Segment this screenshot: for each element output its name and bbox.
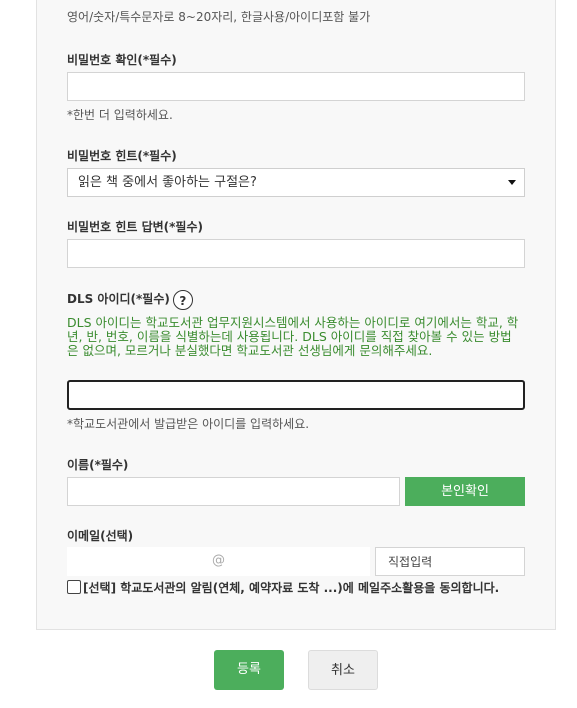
dls-id-label: DLS 아이디(*필수)	[67, 292, 170, 306]
name-input[interactable]	[67, 477, 400, 506]
password-hint-answer-input[interactable]	[67, 239, 525, 268]
password-hint-label: 비밀번호 힌트(*필수)	[67, 149, 177, 163]
name-label: 이름(*필수)	[67, 458, 129, 472]
password-hint-answer-label: 비밀번호 힌트 답변(*필수)	[67, 220, 204, 234]
dls-id-label-row: DLS 아이디(*필수)?	[67, 288, 193, 310]
submit-button[interactable]: 등록	[214, 650, 284, 690]
verify-identity-button[interactable]: 본인확인	[405, 477, 525, 506]
dls-id-description: DLS 아이디는 학교도서관 업무지원시스템에서 사용하는 아이디로 여기에서는…	[67, 315, 519, 358]
password-confirm-label: 비밀번호 확인(*필수)	[67, 53, 177, 67]
password-rule-text: 영어/숫자/특수문자로 8~20자리, 한글사용/아이디포함 불가	[67, 10, 371, 24]
cancel-button[interactable]: 취소	[308, 650, 378, 690]
email-consent-row: [선택] 학교도서관의 알림(연체, 예약자료 도착 ...)에 메일주소활용을…	[67, 579, 499, 596]
dls-id-input[interactable]	[67, 380, 525, 410]
email-at-symbol: @	[212, 553, 225, 568]
email-consent-text: [선택] 학교도서관의 알림(연체, 예약자료 도착 ...)에 메일주소활용을…	[83, 581, 500, 595]
dls-id-note: *학교도서관에서 발급받은 아이디를 입력하세요.	[67, 417, 310, 431]
help-icon[interactable]: ?	[172, 289, 193, 310]
email-domain-select[interactable]: 직접입력	[375, 547, 525, 576]
password-confirm-note: *한번 더 입력하세요.	[67, 108, 173, 122]
chevron-down-icon	[508, 180, 516, 185]
password-hint-selected: 읽은 책 중에서 좋아하는 구절은?	[78, 175, 257, 190]
password-confirm-input[interactable]	[67, 72, 525, 101]
email-label: 이메일(선택)	[67, 529, 134, 543]
email-consent-checkbox[interactable]	[67, 580, 81, 594]
email-local-input[interactable]: @	[67, 547, 370, 576]
password-hint-select[interactable]: 읽은 책 중에서 좋아하는 구절은?	[67, 168, 525, 197]
